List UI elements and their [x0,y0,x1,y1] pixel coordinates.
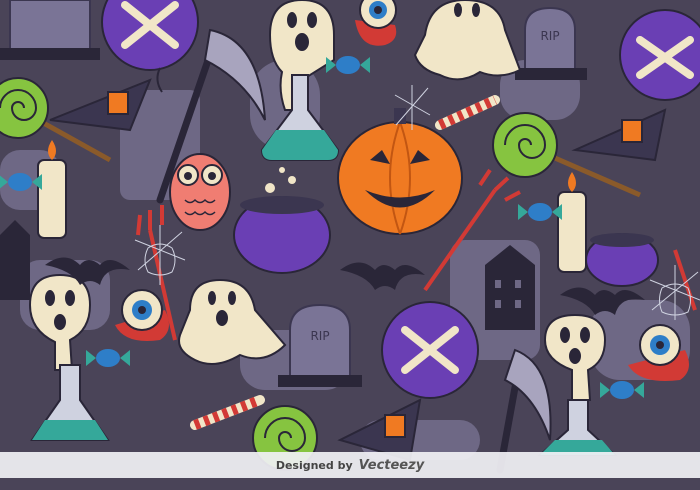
cauldron-small [585,233,659,287]
credit-prefix: Designed by [275,458,353,472]
witch-hat-bottom [337,398,422,462]
pattern-artwork: RIP RIP [0,0,700,474]
witch-hat-right [571,108,667,162]
ghost-middle-left [178,278,287,365]
ghost-bottom-left [28,273,92,371]
eyeball-top [355,0,397,46]
bat-center [340,262,425,290]
candy-bottom-right [600,381,644,399]
spider-web-center [134,225,186,285]
candy-stick-bottom [190,395,265,430]
candle-right [557,172,587,273]
crossbones-balloon-center [381,301,479,399]
crossbones-balloon-top-right [619,9,700,101]
potion-flask-bottom-left [30,364,110,441]
tombstone-label: RIP [310,329,329,343]
candy-bottom-left [86,349,130,367]
credit-bar: Designed by Vecteezy [0,452,700,478]
candy-stick-top [435,95,500,130]
halloween-pattern: RIP RIP Designed by Vecteezy [0,0,700,490]
haunted-house-left [0,220,30,300]
ghost-bottom-right [543,313,607,401]
owl [169,153,231,231]
tombstone-top-right: RIP [515,6,587,80]
tombstone-bottom-center: RIP [278,303,362,387]
candy-center [518,203,562,221]
credit-brand-logo[interactable]: Vecteezy [359,458,425,473]
cauldron [233,167,331,274]
tombstone-label: RIP [540,29,559,43]
eyeball-middle-left [115,289,169,341]
pitchfork-right [673,249,697,311]
ghost-top-right [413,0,522,81]
crossbones-balloon-top-left [101,0,199,93]
tombstone-top-left [0,0,100,60]
